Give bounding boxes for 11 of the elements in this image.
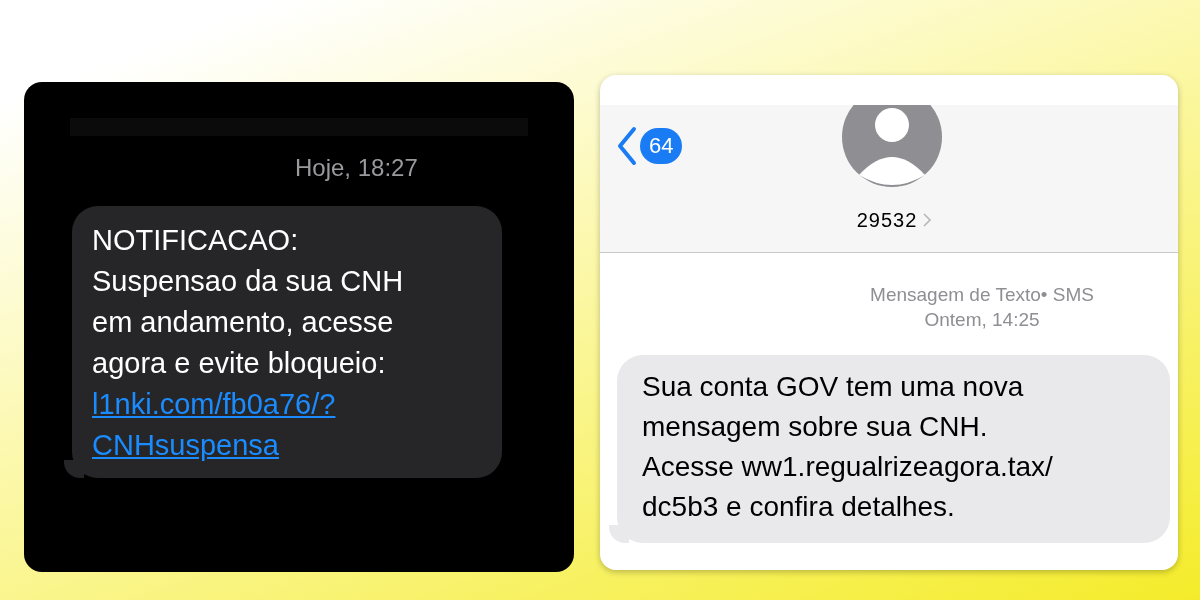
message-link[interactable]: l1nki.com/fb0a76/? CNHsuspensa: [92, 384, 502, 466]
message-text: Sua conta GOV tem uma nova mensagem sobre sua CNH. Acesse ww1.regualrizeagora.tax/ dc5b3 e confira detalhes.: [642, 370, 1054, 524]
back-button[interactable]: 64: [616, 126, 683, 166]
message-text: NOTIFICACAO: Suspensao da sua CNH em andamento, acesse agora e evite bloqueio:: [92, 223, 405, 381]
back-icon: [616, 126, 638, 166]
message-timestamp: Hoje, 18:27: [295, 153, 418, 183]
contact-number[interactable]: 29532: [856, 205, 918, 235]
service-label: Mensagem de Texto• SMS: [870, 283, 1094, 307]
unread-count-badge: 64: [640, 128, 683, 164]
message-timestamp: Ontem, 14:25: [924, 308, 1040, 332]
chevron-icon: [923, 213, 932, 227]
